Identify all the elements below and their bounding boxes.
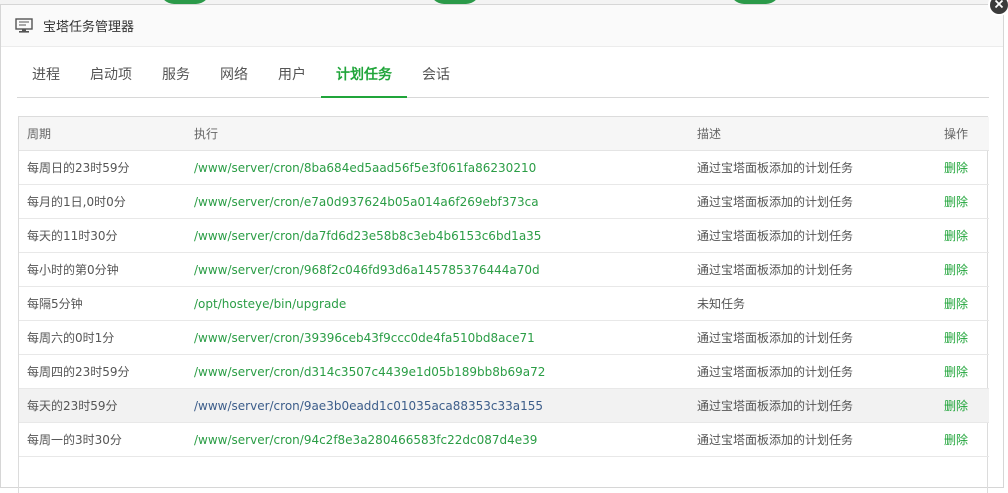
tab-network[interactable]: 网络 xyxy=(205,51,263,97)
cell-exec-path: /www/server/cron/da7fd6d23e58b8c3eb4b615… xyxy=(186,218,689,253)
table-row-highlighted: 每天的23时59分 /www/server/cron/9ae3b0eadd1c0… xyxy=(19,388,989,423)
table-row: 每周六的0时1分 /www/server/cron/39396ceb43f9cc… xyxy=(19,320,989,355)
cell-description: 通过宝塔面板添加的计划任务 xyxy=(689,150,936,185)
table-row: 每小时的第0分钟 /www/server/cron/968f2c046fd93d… xyxy=(19,252,989,287)
delete-link[interactable]: 删除 xyxy=(944,365,968,379)
tab-sessions[interactable]: 会话 xyxy=(407,51,465,97)
cron-table: 周期 执行 描述 操作 每周日的23时59分 /www/server/cron/… xyxy=(19,117,989,457)
delete-link[interactable]: 删除 xyxy=(944,297,968,311)
dialog-title: 宝塔任务管理器 xyxy=(43,20,135,35)
column-header-period: 周期 xyxy=(19,117,186,151)
cell-description: 通过宝塔面板添加的计划任务 xyxy=(689,422,936,457)
table-row: 每天的11时30分 /www/server/cron/da7fd6d23e58b… xyxy=(19,218,989,253)
delete-link[interactable]: 删除 xyxy=(944,433,968,447)
cell-exec-path: /www/server/cron/d314c3507c4439e1d05b189… xyxy=(186,354,689,389)
cell-period: 每周一的3时30分 xyxy=(19,422,186,457)
task-manager-dialog: 宝塔任务管理器 进程 启动项 服务 网络 用户 计划任务 会话 周期 执行 描述… xyxy=(0,4,1004,493)
cell-exec-path: /www/server/cron/e7a0d937624b05a014a6f26… xyxy=(186,184,689,219)
cell-exec-path: /www/server/cron/9ae3b0eadd1c01035aca883… xyxy=(186,388,689,423)
cell-exec-path: /www/server/cron/8ba684ed5aad56f5e3f061f… xyxy=(186,150,689,185)
cell-period: 每小时的第0分钟 xyxy=(19,252,186,287)
cell-description: 通过宝塔面板添加的计划任务 xyxy=(689,252,936,287)
cell-description: 通过宝塔面板添加的计划任务 xyxy=(689,388,936,423)
cell-period: 每天的23时59分 xyxy=(19,388,186,423)
cell-exec-path: /www/server/cron/39396ceb43f9ccc0de4fa51… xyxy=(186,320,689,355)
cell-exec-path: /www/server/cron/968f2c046fd93d6a1457853… xyxy=(186,252,689,287)
cell-description: 通过宝塔面板添加的计划任务 xyxy=(689,354,936,389)
cell-period: 每月的1日,0时0分 xyxy=(19,184,186,219)
column-header-operation: 操作 xyxy=(936,117,989,151)
delete-link[interactable]: 删除 xyxy=(944,399,968,413)
table-row: 每月的1日,0时0分 /www/server/cron/e7a0d937624b… xyxy=(19,184,989,219)
cell-description: 未知任务 xyxy=(689,286,936,321)
delete-link[interactable]: 删除 xyxy=(944,195,968,209)
tab-services[interactable]: 服务 xyxy=(147,51,205,97)
tab-startup[interactable]: 启动项 xyxy=(75,51,147,97)
cell-period: 每周日的23时59分 xyxy=(19,150,186,185)
cell-period: 每周四的23时59分 xyxy=(19,354,186,389)
cell-period: 每天的11时30分 xyxy=(19,218,186,253)
table-row: 每周四的23时59分 /www/server/cron/d314c3507c44… xyxy=(19,354,989,389)
table-row: 每隔5分钟 /opt/hosteye/bin/upgrade 未知任务 删除 xyxy=(19,286,989,321)
cell-period: 每周六的0时1分 xyxy=(19,320,186,355)
delete-link[interactable]: 删除 xyxy=(944,331,968,345)
dialog-titlebar: 宝塔任务管理器 xyxy=(1,5,1003,47)
cron-table-container: 周期 执行 描述 操作 每周日的23时59分 /www/server/cron/… xyxy=(18,116,989,493)
delete-link[interactable]: 删除 xyxy=(944,229,968,243)
column-header-exec: 执行 xyxy=(186,117,689,151)
tab-scheduled-tasks[interactable]: 计划任务 xyxy=(321,51,407,98)
monitor-icon xyxy=(15,17,35,35)
cell-description: 通过宝塔面板添加的计划任务 xyxy=(689,218,936,253)
delete-link[interactable]: 删除 xyxy=(944,263,968,277)
table-header-row: 周期 执行 描述 操作 xyxy=(19,117,989,151)
tab-processes[interactable]: 进程 xyxy=(17,51,75,97)
column-header-description: 描述 xyxy=(689,117,936,151)
close-icon xyxy=(994,0,1004,12)
table-row: 每周日的23时59分 /www/server/cron/8ba684ed5aad… xyxy=(19,150,989,185)
tab-users[interactable]: 用户 xyxy=(263,51,321,97)
cell-exec-path: /opt/hosteye/bin/upgrade xyxy=(186,286,689,321)
delete-link[interactable]: 删除 xyxy=(944,161,968,175)
tab-bar: 进程 启动项 服务 网络 用户 计划任务 会话 xyxy=(17,51,989,98)
cell-exec-path: /www/server/cron/94c2f8e3a280466583fc22d… xyxy=(186,422,689,457)
cell-period: 每隔5分钟 xyxy=(19,286,186,321)
cell-description: 通过宝塔面板添加的计划任务 xyxy=(689,320,936,355)
cell-description: 通过宝塔面板添加的计划任务 xyxy=(689,184,936,219)
table-row: 每周一的3时30分 /www/server/cron/94c2f8e3a2804… xyxy=(19,422,989,457)
